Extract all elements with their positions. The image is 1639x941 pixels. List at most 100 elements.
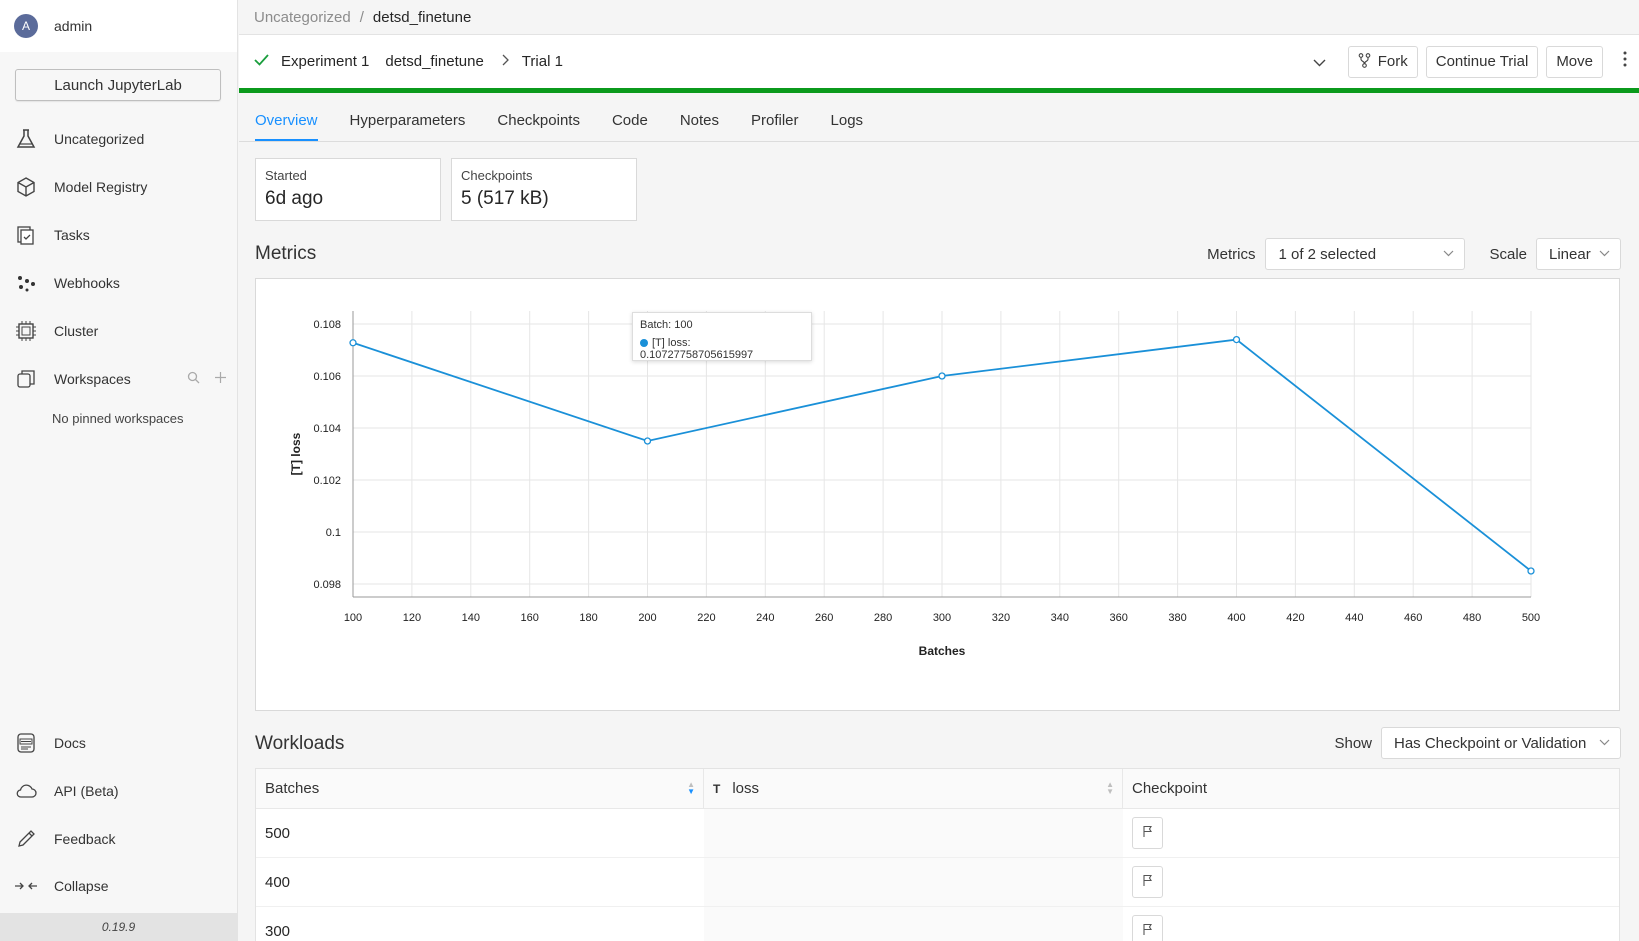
webhooks-icon xyxy=(14,271,38,295)
workloads-title: Workloads xyxy=(255,733,345,754)
column-batches[interactable]: Batches ▲ ▼ xyxy=(256,769,704,808)
show-controls: Show Has Checkpoint or Validation xyxy=(1334,727,1621,759)
loss-cell xyxy=(704,809,1123,857)
workspaces-icon xyxy=(14,367,38,391)
trial-name: Trial 1 xyxy=(521,53,563,70)
docs-icon xyxy=(14,731,38,755)
sidebar-item-tasks[interactable]: Tasks xyxy=(0,215,237,255)
tab-bar: Overview Hyperparameters Checkpoints Cod… xyxy=(239,93,1639,142)
experiment-link[interactable]: Experiment 1 xyxy=(281,53,369,70)
sidebar-item-cluster[interactable]: Cluster xyxy=(0,311,237,351)
column-label: Checkpoint xyxy=(1132,780,1208,797)
data-point xyxy=(938,372,946,380)
main-content: Uncategorized / detsd_finetune Experimen… xyxy=(239,0,1639,941)
metrics-chart[interactable]: 100 120 140 160 180 200 220 240 260 280 300 320 340 3… xyxy=(255,278,1620,711)
breadcrumb-current: detsd_finetune xyxy=(372,8,472,26)
x-tick-label: 380 xyxy=(1168,612,1186,624)
x-axis-label: Batches xyxy=(919,644,966,658)
show-select[interactable]: Has Checkpoint or Validation xyxy=(1381,727,1621,759)
sidebar-item-collapse[interactable]: Collapse xyxy=(0,866,237,906)
sidebar-item-webhooks[interactable]: Webhooks xyxy=(0,263,237,303)
add-icon[interactable] xyxy=(214,371,227,387)
cube-icon xyxy=(14,175,38,199)
launch-jupyterlab-button[interactable]: Launch JupyterLab xyxy=(15,69,221,101)
sidebar-item-uncategorized[interactable]: Uncategorized xyxy=(0,119,237,159)
x-tick-label: 260 xyxy=(815,612,833,624)
experiment-header: Experiment 1 detsd_finetune Trial 1 Fork… xyxy=(239,35,1639,88)
checkpoint-cell xyxy=(1123,858,1619,906)
column-loss[interactable]: T loss ▲ ▼ xyxy=(704,769,1123,808)
flag-icon xyxy=(1142,923,1154,940)
table-row[interactable]: 400 xyxy=(256,858,1619,907)
y-tick-label: 0.102 xyxy=(313,475,341,487)
x-tick-label: 100 xyxy=(344,612,362,624)
tab-hyperparameters[interactable]: Hyperparameters xyxy=(350,112,466,141)
sidebar-item-label: Webhooks xyxy=(54,275,120,291)
scale-select[interactable]: Linear xyxy=(1536,238,1621,270)
batches-cell: 300 xyxy=(265,922,291,940)
breadcrumb-parent[interactable]: Uncategorized xyxy=(254,9,351,26)
batches-cell: 400 xyxy=(265,873,291,891)
tab-checkpoints[interactable]: Checkpoints xyxy=(497,112,580,141)
tab-overview[interactable]: Overview xyxy=(255,112,318,141)
table-row[interactable]: 300 xyxy=(256,907,1619,941)
show-label: Show xyxy=(1334,734,1372,752)
column-label: loss xyxy=(732,780,760,797)
tasks-icon xyxy=(14,223,38,247)
sidebar-item-label: Tasks xyxy=(54,227,90,243)
data-point xyxy=(1232,335,1241,344)
data-point xyxy=(349,339,357,347)
loss-cell xyxy=(704,907,1123,941)
card-value: 6d ago xyxy=(265,188,324,209)
fork-icon xyxy=(1358,52,1371,71)
metrics-label: Metrics xyxy=(1207,245,1256,263)
more-options-icon[interactable] xyxy=(1611,51,1639,72)
move-button[interactable]: Move xyxy=(1546,45,1603,78)
series-dot-icon xyxy=(640,339,648,348)
sidebar-item-label: Model Registry xyxy=(54,179,148,195)
chevron-down-icon[interactable] xyxy=(1313,54,1326,70)
x-tick-label: 400 xyxy=(1227,612,1245,624)
fork-button[interactable]: Fork xyxy=(1347,45,1418,78)
tab-logs[interactable]: Logs xyxy=(831,112,864,141)
sidebar-item-docs[interactable]: Docs xyxy=(0,723,237,763)
sort-icon[interactable]: ▲ ▼ xyxy=(687,781,695,796)
tab-notes[interactable]: Notes xyxy=(680,112,719,141)
x-tick-label: 200 xyxy=(638,612,656,624)
tab-profiler[interactable]: Profiler xyxy=(751,112,799,141)
y-tick-label: 0.1 xyxy=(326,527,341,539)
checkpoint-button[interactable] xyxy=(1132,866,1163,898)
sidebar: A admin Launch JupyterLab Uncategorized … xyxy=(0,0,238,941)
column-checkpoint: Checkpoint xyxy=(1123,769,1619,808)
sidebar-item-model-registry[interactable]: Model Registry xyxy=(0,167,237,207)
sidebar-item-feedback[interactable]: Feedback xyxy=(0,819,237,859)
chevron-right-icon xyxy=(502,53,510,70)
table-row[interactable]: 500 xyxy=(256,809,1619,858)
metrics-select-value: 1 of 2 selected xyxy=(1278,245,1377,263)
sidebar-item-label: API (Beta) xyxy=(54,783,119,799)
x-tick-label: 160 xyxy=(521,612,539,624)
collapse-icon xyxy=(14,874,38,898)
x-tick-label: 140 xyxy=(462,612,480,624)
search-icon[interactable] xyxy=(187,371,200,387)
pencil-icon xyxy=(14,827,38,851)
show-select-value: Has Checkpoint or Validation xyxy=(1394,734,1587,752)
metrics-select[interactable]: 1 of 2 selected xyxy=(1265,238,1466,270)
sidebar-item-workspaces[interactable]: Workspaces xyxy=(0,359,237,399)
sidebar-item-api[interactable]: API (Beta) xyxy=(0,771,237,811)
no-pinned-workspaces: No pinned workspaces xyxy=(52,411,184,426)
x-tick-label: 440 xyxy=(1345,612,1363,624)
loss-prefix: T xyxy=(713,781,721,796)
sidebar-item-label: Feedback xyxy=(54,831,116,847)
tab-code[interactable]: Code xyxy=(612,112,648,141)
fork-label: Fork xyxy=(1377,53,1408,70)
checkpoint-button[interactable] xyxy=(1132,915,1163,941)
checkpoint-button[interactable] xyxy=(1132,817,1163,849)
user-menu[interactable]: A admin xyxy=(0,0,237,52)
sort-icon[interactable]: ▲ ▼ xyxy=(1106,781,1114,796)
chevron-down-icon xyxy=(1599,737,1610,749)
x-tick-label: 420 xyxy=(1286,612,1304,624)
x-tick-label: 480 xyxy=(1463,612,1481,624)
x-tick-label: 360 xyxy=(1110,612,1128,624)
continue-trial-button[interactable]: Continue Trial xyxy=(1425,45,1539,78)
